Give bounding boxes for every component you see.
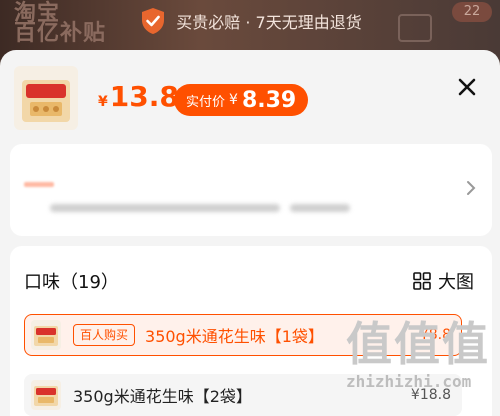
actual-price-currency: ¥: [229, 92, 238, 108]
option-tag: 百人购买: [73, 324, 136, 346]
watermark-url: zhizhizhi.com: [346, 372, 472, 391]
watermark-char: 值: [442, 317, 488, 371]
big-view-label: 大图: [438, 272, 474, 293]
shield-check-icon: [142, 8, 165, 34]
close-icon[interactable]: [452, 72, 482, 102]
product-price: ¥ 13.8: [98, 80, 179, 113]
watermark-logo: 值 值 值: [346, 316, 494, 372]
price-currency: ¥: [98, 94, 108, 110]
watermark: 值 值 值 zhizhizhi.com: [346, 316, 494, 416]
address-card[interactable]: [10, 144, 492, 236]
option-thumbnail: [31, 320, 61, 350]
blurred-address-tag: [24, 182, 54, 187]
product-thumbnail: [14, 66, 78, 130]
watermark-char: 值: [394, 317, 440, 371]
option-thumbnail: [31, 380, 61, 410]
price-value: 13.8: [109, 80, 179, 113]
option-name: 350g米通花生味【1袋】: [145, 327, 324, 346]
watermark-char: 值: [346, 317, 392, 371]
actual-price-pill: 实付价 ¥ 8.39: [174, 84, 309, 116]
blurred-address-text-2: [290, 204, 350, 212]
option-name: 350g米通花生味【2袋】: [73, 387, 252, 406]
flavor-title: 口味（19）: [24, 272, 119, 293]
blurred-address-text: [50, 204, 280, 212]
big-view-button[interactable]: 大图: [412, 268, 474, 294]
product-image: [22, 80, 70, 122]
actual-price-label: 实付价: [186, 94, 226, 110]
actual-price-value: 8.39: [241, 87, 297, 113]
guarantee-banner: 买贵必赔 · 7天无理由退货: [0, 6, 500, 36]
option-image: [34, 326, 58, 346]
grid-icon: [413, 272, 431, 290]
option-image: [34, 386, 58, 406]
chevron-right-icon: [467, 181, 476, 195]
guarantee-text: 买贵必赔 · 7天无理由退货: [176, 13, 362, 32]
